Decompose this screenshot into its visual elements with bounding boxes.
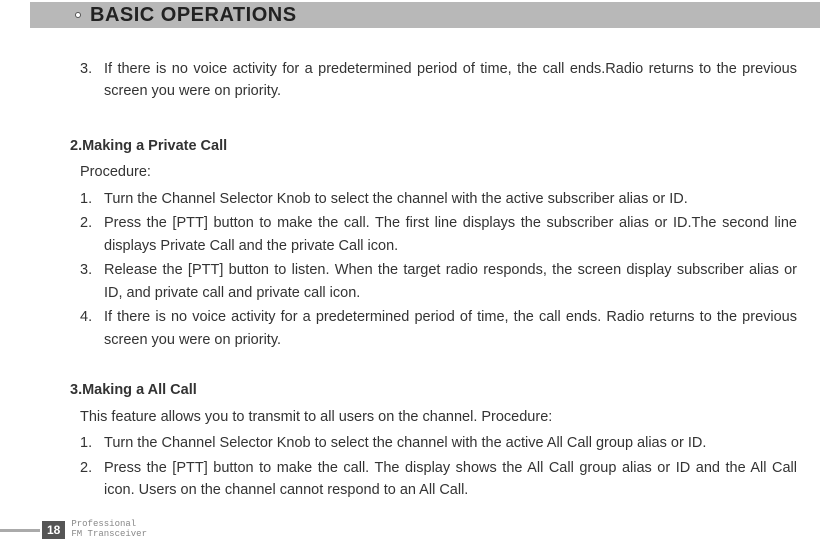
section-header: BASIC OPERATIONS xyxy=(30,2,820,28)
item-text: Turn the Channel Selector Knob to select… xyxy=(104,432,797,454)
list-item: 2. Press the [PTT] button to make the ca… xyxy=(80,457,797,502)
item-number: 3. xyxy=(80,259,104,304)
section-intro: Procedure: xyxy=(80,161,797,183)
page-content: 3. If there is no voice activity for a p… xyxy=(0,28,827,502)
list-item: 2. Press the [PTT] button to make the ca… xyxy=(80,212,797,257)
section-all-call: 3.Making a All Call This feature allows … xyxy=(80,379,797,501)
list-item: 3. Release the [PTT] button to listen. W… xyxy=(80,259,797,304)
page-footer: 18 Professional FM Transceiver xyxy=(0,520,147,540)
item-text: Press the [PTT] button to make the call.… xyxy=(104,457,797,502)
header-title: BASIC OPERATIONS xyxy=(90,4,297,27)
footer-line2: FM Transceiver xyxy=(71,530,147,540)
section-title: 3.Making a All Call xyxy=(70,379,797,401)
item-number: 1. xyxy=(80,432,104,454)
bullet-icon xyxy=(75,12,81,18)
section-intro: This feature allows you to transmit to a… xyxy=(80,406,797,428)
page-number: 18 xyxy=(42,521,65,539)
section-title: 2.Making a Private Call xyxy=(70,135,797,157)
footer-text: Professional FM Transceiver xyxy=(71,520,147,540)
item-number: 1. xyxy=(80,188,104,210)
section-private-call: 2.Making a Private Call Procedure: 1. Tu… xyxy=(80,135,797,351)
item-text: Press the [PTT] button to make the call.… xyxy=(104,212,797,257)
list-item: 1. Turn the Channel Selector Knob to sel… xyxy=(80,432,797,454)
list-item: 3. If there is no voice activity for a p… xyxy=(80,58,797,103)
item-text: Turn the Channel Selector Knob to select… xyxy=(104,188,797,210)
list-item: 1. Turn the Channel Selector Knob to sel… xyxy=(80,188,797,210)
item-text: If there is no voice activity for a pred… xyxy=(104,306,797,351)
footer-line xyxy=(0,529,40,532)
item-text: If there is no voice activity for a pred… xyxy=(104,58,797,103)
item-text: Release the [PTT] button to listen. When… xyxy=(104,259,797,304)
item-number: 2. xyxy=(80,212,104,257)
list-item: 4. If there is no voice activity for a p… xyxy=(80,306,797,351)
item-number: 3. xyxy=(80,58,104,103)
item-number: 4. xyxy=(80,306,104,351)
item-number: 2. xyxy=(80,457,104,502)
